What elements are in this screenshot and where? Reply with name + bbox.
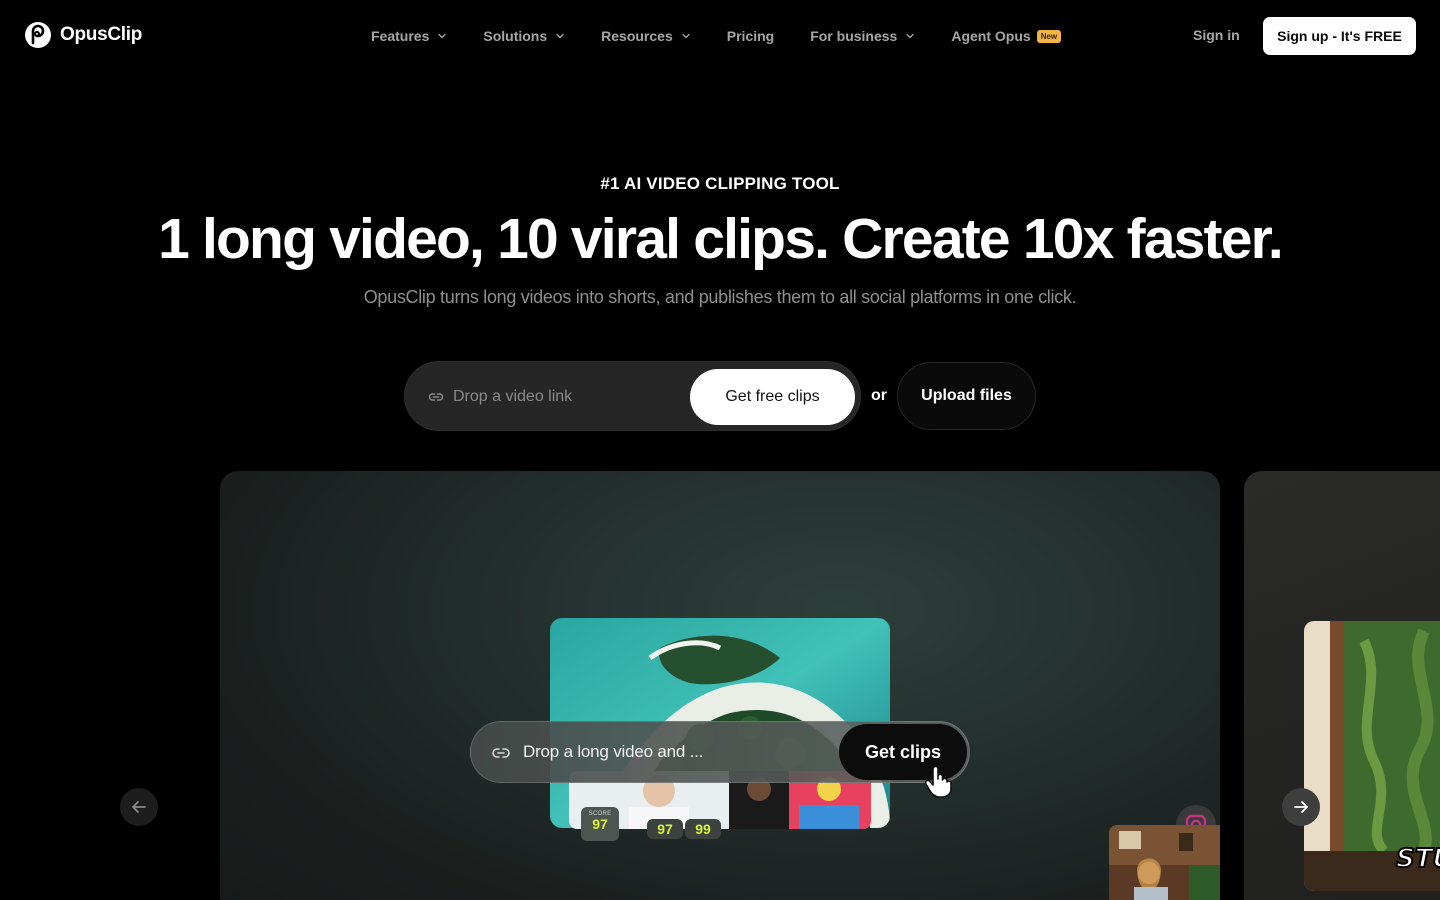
nav-item-label: Features: [371, 28, 430, 44]
score-value: 97: [657, 821, 673, 837]
main-nav: Features Solutions Resources Pricing For…: [371, 24, 1062, 48]
video-preview-image: STU: [1304, 621, 1440, 891]
showcase-card-next: STU: [1244, 471, 1440, 900]
chevron-down-icon: [906, 33, 915, 39]
video-link-input[interactable]: [453, 380, 673, 414]
nav-item-for-business[interactable]: For business: [810, 28, 915, 44]
chevron-down-icon: [682, 33, 690, 39]
score-value: 99: [695, 821, 711, 837]
showcase-card-main: SCORE 97 97 99 Drop a long video and ...…: [220, 471, 1220, 900]
site-header: OpusClip Features Solutions Resources Pr…: [0, 0, 1440, 72]
arrow-right-icon: [1294, 801, 1308, 813]
chevron-down-icon: [438, 33, 447, 39]
video-link-form: Get free clips: [404, 361, 861, 431]
hand-cursor-icon: [924, 765, 952, 798]
nav-item-label: Solutions: [483, 28, 548, 44]
nav-item-pricing[interactable]: Pricing: [727, 28, 774, 44]
hero-subhead: OpusClip turns long videos into shorts, …: [363, 287, 1077, 307]
arrow-left-icon: [132, 801, 146, 813]
nav-item-label: Resources: [601, 28, 673, 44]
hero-cta-row: Get free clips or Upload files: [404, 361, 1036, 431]
svg-text:STU: STU: [1396, 844, 1440, 874]
demo-link-bar: Drop a long video and ... Get clips: [470, 721, 970, 783]
nav-item-solutions[interactable]: Solutions: [483, 28, 565, 44]
chevron-down-icon: [556, 33, 564, 39]
opusclip-logo-icon: [25, 22, 51, 48]
brand-logo[interactable]: OpusClip: [24, 21, 142, 49]
nav-item-agent-opus[interactable]: Agent Opus New: [951, 28, 1062, 44]
sign-in-link[interactable]: Sign in: [1193, 27, 1240, 43]
get-free-clips-button[interactable]: Get free clips: [690, 369, 855, 425]
score-value: 97: [592, 816, 608, 832]
virality-score-badge: 99: [685, 819, 721, 839]
new-badge: New: [1036, 29, 1062, 43]
nav-item-label: For business: [810, 28, 898, 44]
upload-files-button[interactable]: Upload files: [897, 362, 1036, 430]
brand-name: OpusClip: [60, 24, 143, 45]
nav-item-resources[interactable]: Resources: [601, 28, 691, 44]
video-thumbnail-image: [1109, 825, 1220, 900]
nav-item-features[interactable]: Features: [371, 28, 447, 44]
link-icon: [428, 393, 444, 401]
hero-eyebrow: #1 AI VIDEO CLIPPING TOOL: [600, 174, 840, 193]
demo-link-text: Drop a long video and ...: [523, 742, 704, 761]
hero-headline: 1 long video, 10 viral clips. Create 10x…: [158, 207, 1284, 271]
virality-score-badge: 97: [647, 819, 683, 839]
carousel-prev-button[interactable]: [120, 788, 158, 826]
sign-up-button[interactable]: Sign up - It's FREE: [1263, 17, 1416, 55]
nav-item-label: Agent Opus: [951, 28, 1031, 44]
or-separator: or: [871, 387, 887, 404]
link-icon: [492, 748, 510, 758]
carousel-next-button[interactable]: [1282, 788, 1320, 826]
virality-score-badge: SCORE 97: [581, 807, 619, 841]
nav-item-label: Pricing: [726, 28, 775, 44]
